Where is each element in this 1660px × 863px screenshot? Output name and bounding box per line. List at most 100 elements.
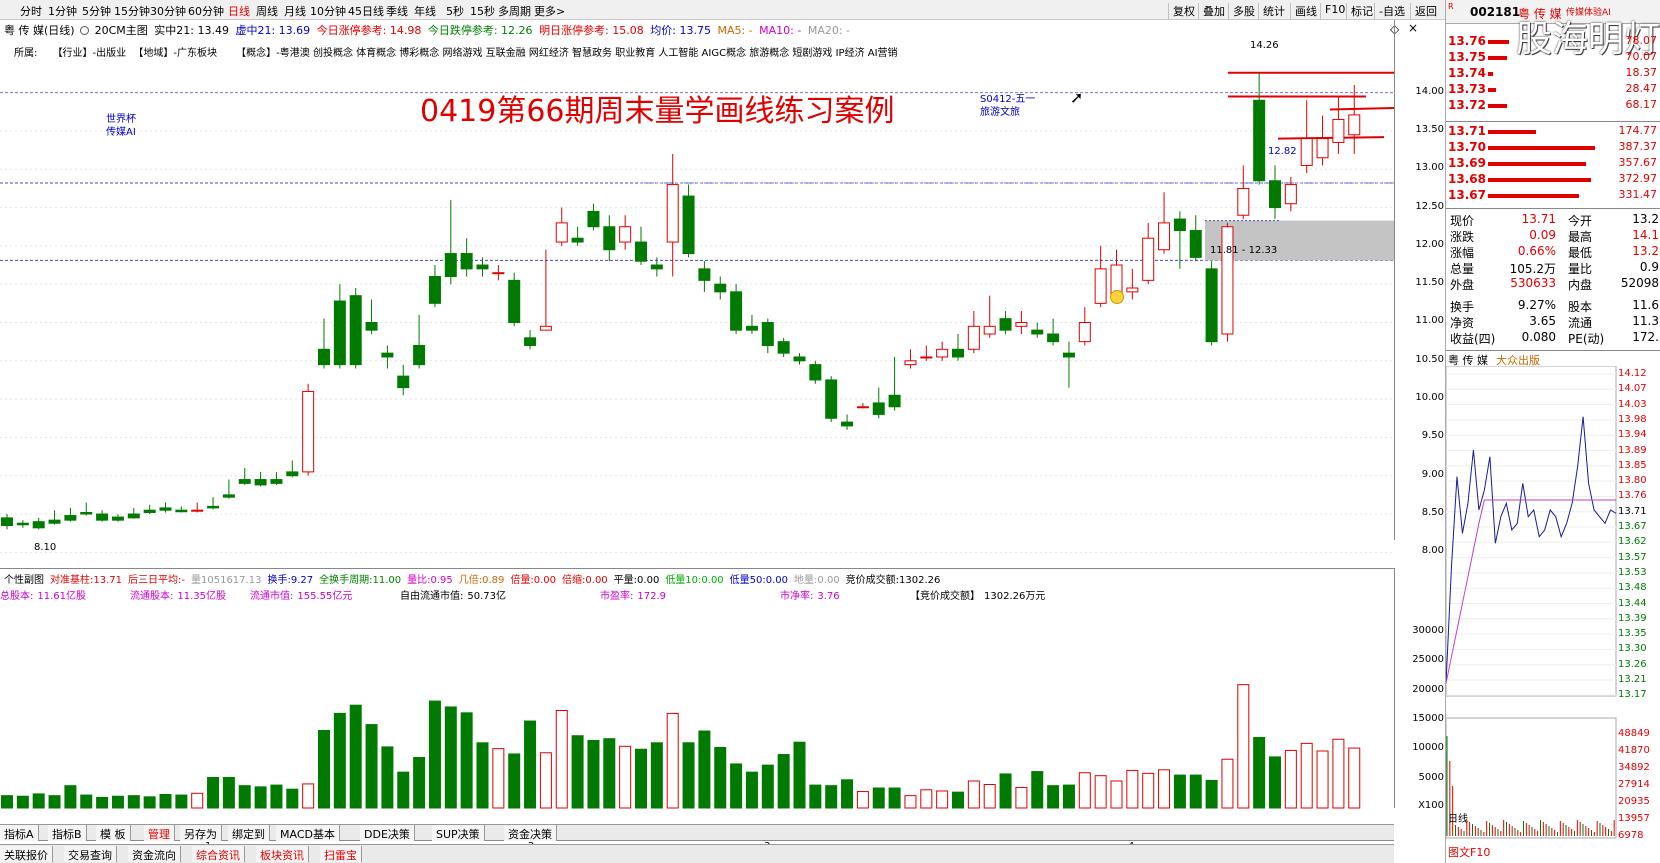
status-tab-1[interactable]: 交易查询 — [64, 846, 117, 862]
candle — [143, 504, 156, 515]
status-tab-3[interactable]: 综合资讯 — [192, 846, 245, 862]
indicator-tab-9[interactable]: 资金决策 — [504, 825, 557, 841]
stat-label: 涨幅 — [1450, 246, 1475, 260]
buy-volume-bar — [1488, 146, 1595, 150]
mini-tick: 13.48 — [1618, 582, 1647, 594]
candle-body — [920, 356, 933, 359]
period-15[interactable]: 多周期 — [498, 3, 531, 19]
candle-body — [111, 516, 124, 521]
status-tabs: 关联报价 交易查询 资金流向 综合资讯 板块资讯 扫雷宝 — [0, 844, 1394, 863]
period-10[interactable]: 45日线 — [348, 3, 384, 19]
indicator-tab-4[interactable]: 另存为 — [180, 825, 222, 841]
price-tick: 14.00 — [1415, 85, 1444, 97]
period-14[interactable]: 15秒 — [470, 3, 495, 19]
volume-bar — [1284, 749, 1297, 809]
candle — [1142, 222, 1155, 285]
period-4[interactable]: 30分钟 — [150, 3, 186, 19]
volume-bar — [904, 795, 917, 809]
volume-bar — [999, 773, 1012, 809]
candle — [302, 383, 315, 476]
toolbar-button-3[interactable]: 统计 — [1258, 3, 1289, 19]
period-12[interactable]: 年线 — [414, 3, 436, 19]
period-3[interactable]: 15分钟 — [114, 3, 150, 19]
toolbar-button-5[interactable]: F10 — [1320, 3, 1349, 19]
toolbar-button-8[interactable]: 返回 — [1410, 3, 1441, 19]
indicator-tab-2[interactable]: 模 板 — [96, 825, 131, 841]
volume-bar — [761, 764, 774, 809]
status-tab-4[interactable]: 板块资讯 — [256, 846, 309, 862]
candle-body — [175, 509, 188, 513]
candle-body — [191, 509, 204, 512]
volume-bar — [1316, 750, 1329, 809]
toolbar-button-4[interactable]: 画线 — [1290, 3, 1321, 19]
mini-vol-tick: 6978 — [1618, 830, 1644, 841]
indicator-tab-5[interactable]: 绑定到 — [228, 825, 270, 841]
volume-bar — [381, 746, 394, 809]
price-tick: 12.50 — [1415, 200, 1444, 212]
toolbar-button-1[interactable]: 叠加 — [1198, 3, 1229, 19]
toolbar-button-7[interactable]: -自选 — [1374, 3, 1409, 19]
status-tab-2[interactable]: 资金流向 — [128, 846, 181, 862]
sell-volume-bar — [1488, 88, 1496, 92]
period-13[interactable]: 5秒 — [446, 3, 464, 19]
main-title-annotation: 0419第66期周末量学画线练习案例 — [420, 94, 895, 129]
period-2[interactable]: 5分钟 — [82, 3, 111, 19]
candle-body — [143, 509, 156, 513]
toolbar-button-0[interactable]: 复权 — [1168, 3, 1199, 19]
subchart-field-value: 0.00 — [765, 575, 789, 586]
status-tab-5[interactable]: 扫雷宝 — [320, 846, 362, 862]
price-tick: 11.50 — [1415, 277, 1444, 289]
info-label: 流通市值: — [250, 591, 294, 602]
red-drawn-line-3 — [1277, 136, 1385, 140]
mini-tick: 13.71 — [1618, 505, 1647, 517]
stat-label: 量比 — [1568, 262, 1593, 276]
buy-price: 13.67 — [1448, 188, 1486, 202]
status-tab-0[interactable]: 关联报价 — [0, 846, 53, 862]
period-1[interactable]: 1分钟 — [48, 3, 77, 19]
period-0[interactable]: 分时 — [20, 3, 42, 19]
indicator-tab-7[interactable]: DDE决策 — [360, 825, 415, 841]
price-tick: 11.00 — [1415, 315, 1444, 327]
candle-body — [32, 521, 45, 529]
indicator-tab-3[interactable]: 管理 — [144, 825, 175, 841]
sell-row: 13.73 28.47 — [1446, 82, 1660, 98]
mini-tick: 14.03 — [1618, 398, 1647, 410]
subchart-field-label: 后三日平均: — [128, 575, 182, 586]
stat-value: 13.2 — [1632, 244, 1659, 258]
indicator-tab-1[interactable]: 指标B — [48, 825, 87, 841]
buy-row: 13.71 174.77 — [1446, 124, 1660, 140]
period-5[interactable]: 60分钟 — [188, 3, 224, 19]
candle — [1031, 322, 1044, 338]
candle-body — [127, 513, 140, 519]
kline-chart[interactable] — [0, 20, 1445, 863]
stat-value: 9.27% — [1517, 298, 1556, 312]
indicator-tab-8[interactable]: SUP决策 — [432, 825, 485, 841]
volume-bar — [635, 748, 647, 809]
period-7[interactable]: 周线 — [256, 3, 278, 19]
candle-body — [286, 471, 299, 477]
period-6[interactable]: 日线 — [228, 3, 250, 19]
toolbar-button-2[interactable]: 多股 — [1228, 3, 1259, 19]
mini-tick: 13.85 — [1618, 459, 1647, 471]
candle — [841, 414, 854, 430]
period-11[interactable]: 季线 — [386, 3, 408, 19]
candle-body — [1253, 99, 1266, 182]
volume-bar — [1031, 771, 1044, 809]
f10-link[interactable]: 图文F10 — [1448, 844, 1490, 860]
price-tick: 12.00 — [1415, 238, 1444, 250]
buy-row: 13.67 331.47 — [1446, 188, 1660, 204]
candle — [175, 506, 188, 513]
indicator-tab-0[interactable]: 指标A — [0, 825, 39, 841]
period-16[interactable]: 更多> — [534, 3, 565, 19]
candle-body — [1284, 184, 1297, 205]
volume-bar — [302, 783, 315, 809]
period-8[interactable]: 月线 — [284, 3, 306, 19]
toolbar-button-6[interactable]: 标记 — [1346, 3, 1377, 19]
period-9[interactable]: 10分钟 — [310, 3, 346, 19]
smiley-icon[interactable] — [1110, 290, 1124, 304]
price-tick: 10.00 — [1415, 392, 1444, 404]
indicator-tab-6[interactable]: MACD基本 — [276, 825, 340, 841]
subchart-field-value: 9.27 — [290, 575, 314, 586]
candle — [666, 153, 679, 277]
mini-tick: 13.26 — [1618, 658, 1647, 670]
